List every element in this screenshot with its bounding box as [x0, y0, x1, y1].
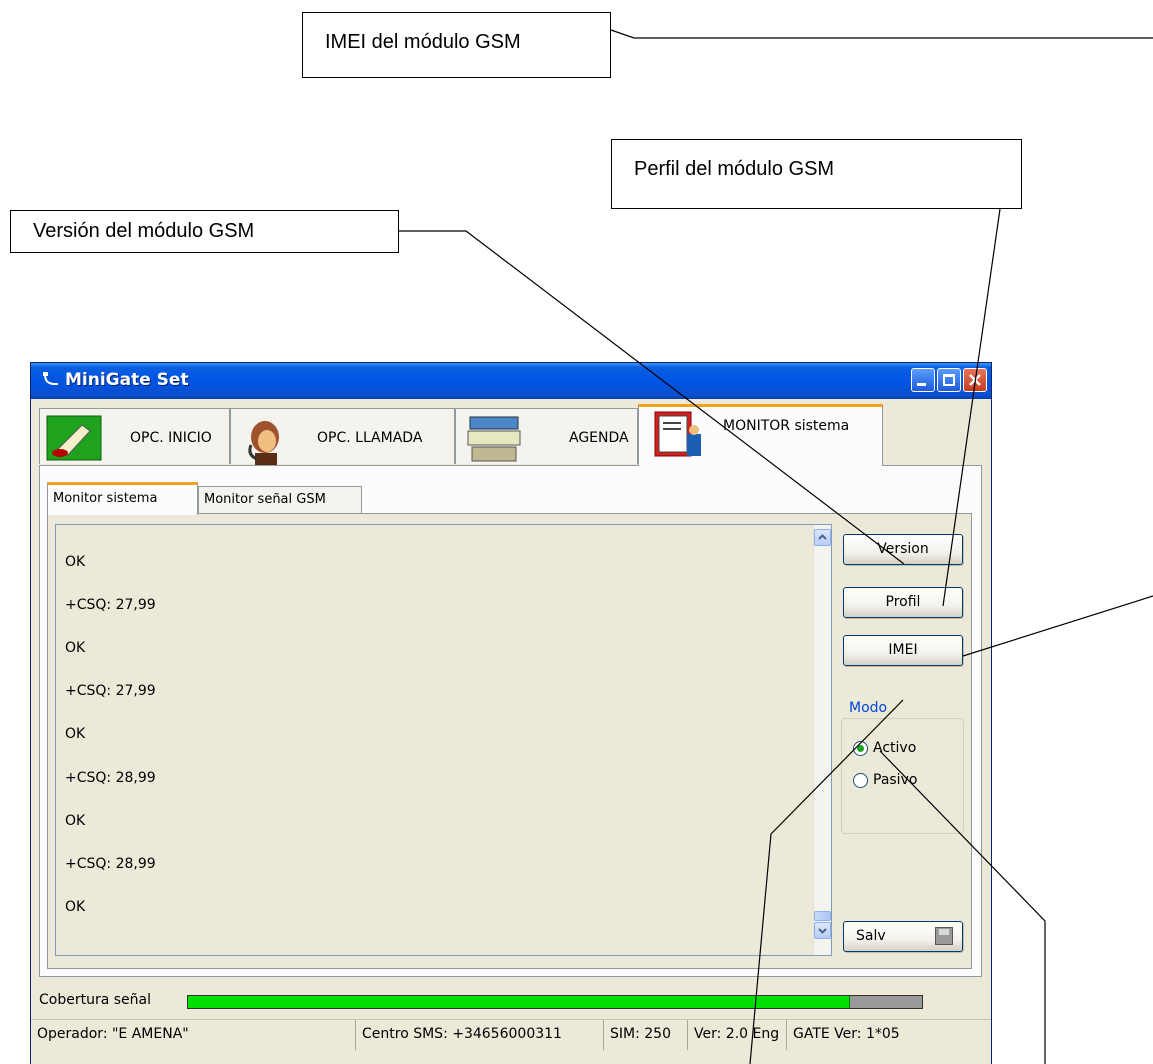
profile-button[interactable]: Profil	[843, 587, 963, 618]
log-line: OK	[65, 726, 86, 742]
subtab-gsm-signal-monitor[interactable]: Monitor señal GSM	[198, 486, 362, 514]
imei-callout-line	[610, 29, 1153, 39]
log-line: OK	[65, 813, 86, 829]
floppy-disk-icon	[935, 927, 953, 945]
tab-label: OPC. INICIO	[130, 430, 212, 446]
agenda-icon	[467, 416, 521, 462]
close-button[interactable]	[963, 368, 987, 392]
save-button[interactable]: Salv	[843, 921, 963, 952]
tab-call-options[interactable]: OPC. LLAMADA	[230, 408, 455, 465]
version-callout: Versión del módulo GSM	[10, 210, 399, 253]
close-icon	[969, 374, 981, 386]
radio-selected-dot	[857, 745, 864, 752]
status-operator: Operador: "E AMENA"	[31, 1020, 356, 1050]
log-line: +CSQ: 27,99	[65, 683, 156, 699]
signal-strength-fill	[188, 996, 850, 1008]
radio-button-passive[interactable]	[853, 773, 868, 788]
subtab-label: Monitor señal GSM	[204, 492, 326, 507]
subtab-system-monitor[interactable]: Monitor sistema	[47, 482, 198, 515]
log-line: +CSQ: 28,99	[65, 770, 156, 786]
start-options-icon	[46, 415, 102, 461]
maximize-button[interactable]	[937, 368, 961, 392]
radio-label: Pasivo	[873, 772, 918, 788]
log-line: +CSQ: 27,99	[65, 597, 156, 613]
monitor-document-icon	[654, 411, 701, 457]
title-bar[interactable]: MiniGate Set	[31, 363, 991, 399]
log-line: +CSQ: 28,99	[65, 856, 156, 872]
log-output[interactable]: OK +CSQ: 27,99 OK +CSQ: 27,99 OK +CSQ: 2…	[55, 524, 832, 956]
tab-monitor[interactable]: MONITOR sistema	[638, 404, 883, 466]
maximize-icon	[943, 374, 955, 386]
save-button-label: Salv	[856, 928, 886, 944]
tab-start-options[interactable]: OPC. INICIO	[39, 408, 230, 464]
chevron-up-icon	[818, 534, 827, 540]
tab-agenda[interactable]: AGENDA	[455, 408, 638, 464]
scroll-up-button[interactable]	[814, 529, 831, 546]
status-sim: SIM: 250	[604, 1020, 688, 1050]
status-gate-version: GATE Ver: 1*05	[793, 1026, 900, 1042]
imei-callout: IMEI del módulo GSM	[302, 12, 611, 78]
radio-label: Activo	[873, 740, 917, 756]
app-window: MiniGate Set OPC. INICIO OPC. LLAMADA AG…	[30, 362, 992, 1064]
chevron-down-icon	[818, 928, 827, 934]
tab-label: MONITOR sistema	[723, 418, 850, 434]
radio-button-active[interactable]	[853, 741, 868, 756]
scroll-down-button[interactable]	[814, 922, 831, 939]
phone-operator-icon	[248, 421, 279, 465]
status-version: Ver: 2.0 Eng	[688, 1020, 787, 1050]
vertical-scrollbar[interactable]	[813, 525, 831, 955]
app-icon	[43, 372, 58, 385]
status-bar: Operador: "E AMENA" Centro SMS: +3465600…	[31, 1019, 991, 1064]
mode-group-title: Modo	[848, 700, 889, 716]
profile-callout: Perfil del módulo GSM	[611, 139, 1022, 209]
tab-label: AGENDA	[569, 430, 629, 446]
signal-label: Cobertura señal	[39, 992, 151, 1008]
status-sms-center: Centro SMS: +34656000311	[356, 1020, 604, 1050]
window-title: MiniGate Set	[65, 370, 189, 390]
signal-strength-bar	[187, 995, 923, 1009]
log-line: OK	[65, 640, 86, 656]
subtab-label: Monitor sistema	[53, 491, 158, 506]
version-button[interactable]: Version	[843, 534, 963, 565]
tab-label: OPC. LLAMADA	[317, 430, 423, 446]
imei-button[interactable]: IMEI	[843, 635, 963, 666]
minimize-icon	[917, 383, 926, 386]
scroll-thumb[interactable]	[814, 911, 831, 921]
log-line: OK	[65, 554, 86, 570]
minimize-button[interactable]	[911, 368, 935, 392]
log-line: OK	[65, 899, 86, 915]
